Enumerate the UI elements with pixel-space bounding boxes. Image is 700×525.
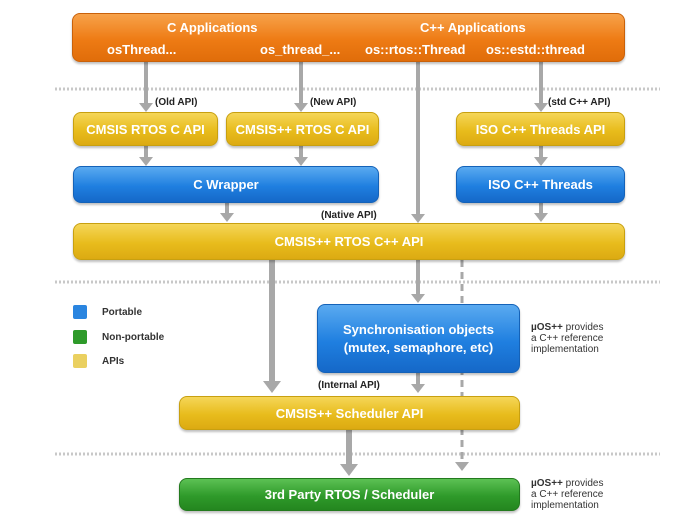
old-api-label: (Old API) — [155, 97, 198, 108]
arrowhead — [220, 213, 234, 222]
cmsispp-rtos-cpp-api-box: CMSIS++ RTOS C++ API — [73, 223, 625, 260]
app-item-os-thread: os_thread_... — [260, 42, 341, 57]
c-wrapper-label: C Wrapper — [193, 177, 259, 192]
arrowhead — [534, 157, 548, 166]
native-api-label: (Native API) — [321, 210, 377, 221]
iso-cpp-threads-box: ISO C++ Threads — [456, 166, 625, 203]
sync-label-line1: Synchronisation objects — [343, 321, 494, 337]
c-wrapper-box: C Wrapper — [73, 166, 379, 203]
arrowhead — [263, 381, 281, 393]
uos-note-sync: µOS++ provides a C++ reference implement… — [531, 322, 603, 355]
cmsispp-rtos-c-api-box: CMSIS++ RTOS C API — [226, 112, 379, 146]
note-line3: implementation — [531, 500, 599, 511]
iso-cpp-threads-api-label: ISO C++ Threads API — [475, 121, 606, 137]
cmsispp-rtos-cpp-api-label: CMSIS++ RTOS C++ API — [274, 234, 424, 249]
note-line2: a C++ reference — [531, 489, 604, 500]
uos-note-scheduler: µOS++ provides a C++ reference implement… — [531, 478, 603, 511]
arrowhead — [294, 103, 308, 112]
note-line1: provides — [562, 478, 604, 489]
cmsispp-scheduler-api-label: CMSIS++ Scheduler API — [275, 405, 424, 421]
synchronisation-objects-box: Synchronisation objects (mutex, semaphor… — [317, 304, 520, 373]
new-api-label: (New API) — [310, 97, 357, 108]
app-item-osthread: osThread... — [107, 42, 177, 57]
arrowhead — [534, 213, 548, 222]
sync-label-line2: (mutex, semaphore, etc) — [343, 339, 494, 355]
connectors-layer — [55, 62, 660, 476]
uos-brand: µOS++ — [531, 478, 563, 489]
arrowhead — [340, 464, 358, 476]
third-party-rtos-box: 3rd Party RTOS / Scheduler — [179, 478, 520, 511]
arrowhead — [294, 157, 308, 166]
std-api-label: (std C++ API) — [548, 97, 611, 108]
arrowhead — [139, 103, 153, 112]
c-applications-title: C Applications — [167, 20, 258, 35]
iso-cpp-threads-api-box: ISO C++ Threads API — [456, 112, 625, 146]
internal-api-label: (Internal API) — [318, 380, 380, 391]
note-line1: provides — [562, 322, 604, 333]
iso-cpp-threads-label: ISO C++ Threads — [488, 177, 593, 192]
cmsispp-scheduler-api-box: CMSIS++ Scheduler API — [179, 396, 520, 430]
legend-label-non-portable: Non-portable — [102, 332, 165, 343]
architecture-diagram: C Applications C++ Applications osThread… — [0, 0, 700, 525]
uos-brand: µOS++ — [531, 322, 563, 333]
note-line3: implementation — [531, 344, 599, 355]
third-party-rtos-label: 3rd Party RTOS / Scheduler — [264, 487, 435, 502]
note-line2: a C++ reference — [531, 333, 604, 344]
cpp-applications-title: C++ Applications — [420, 20, 526, 35]
arrowhead — [411, 214, 425, 223]
arrowhead — [139, 157, 153, 166]
arrowhead — [534, 103, 548, 112]
app-item-estd-thread: os::estd::thread — [486, 42, 585, 57]
arrowhead — [411, 294, 425, 303]
arrowhead — [411, 384, 425, 393]
legend-swatch-apis — [73, 354, 87, 368]
cmsis-rtos-c-api-box: CMSIS RTOS C API — [73, 112, 218, 146]
cmsis-rtos-c-api-label: CMSIS RTOS C API — [86, 121, 205, 137]
legend-label-portable: Portable — [102, 307, 143, 318]
legend-swatch-non-portable — [73, 330, 87, 344]
cmsispp-rtos-c-api-label: CMSIS++ RTOS C API — [235, 121, 370, 137]
arrowhead — [455, 462, 469, 471]
app-item-rtos-thread: os::rtos::Thread — [365, 42, 466, 57]
legend-label-apis: APIs — [102, 356, 125, 367]
legend-swatch-portable — [73, 305, 87, 319]
